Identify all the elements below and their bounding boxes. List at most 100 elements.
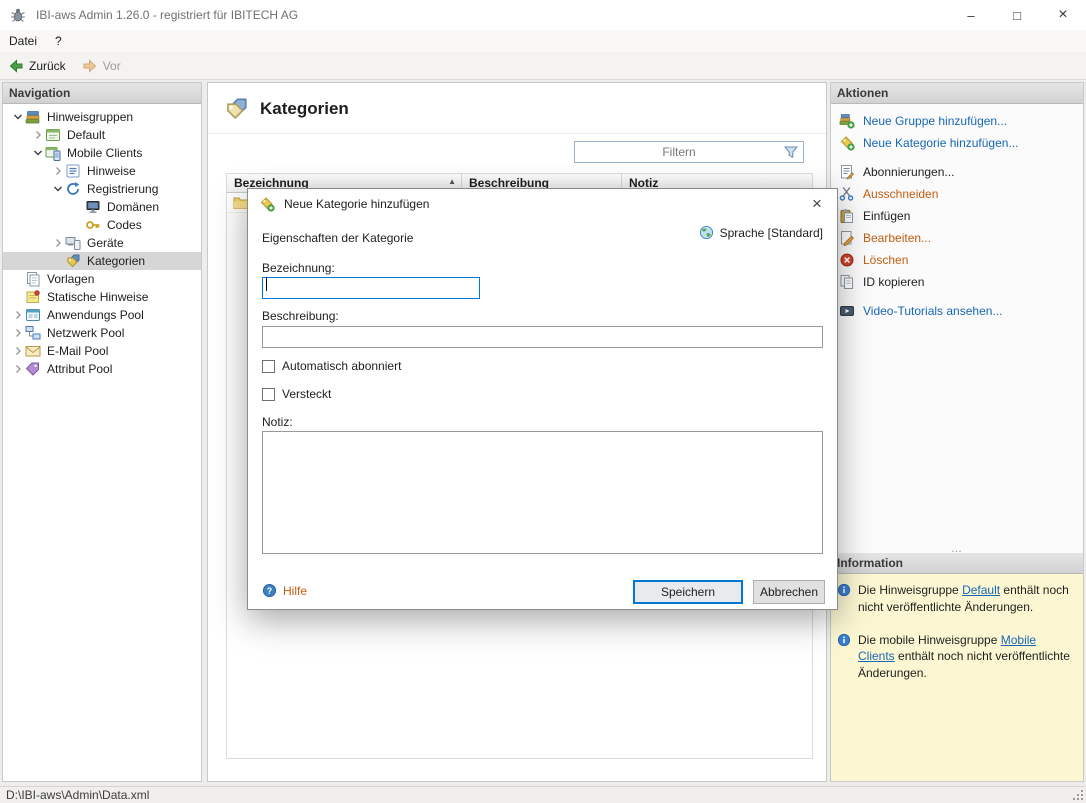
chevron-collapsed-icon[interactable] [11,327,25,339]
resize-grip[interactable] [1073,790,1084,801]
tree-label: Netzwerk Pool [45,326,124,340]
mobile-clients-icon [45,145,61,161]
splitter-grip[interactable]: … [831,545,1083,553]
action-abonnierungen[interactable]: Abonnierungen... [831,161,1083,183]
status-path: D:\IBI-aws\Admin\Data.xml [6,788,149,802]
chevron-collapsed-icon[interactable] [51,165,65,177]
delete-icon [839,252,855,268]
chevron-expanded-icon[interactable] [51,183,65,195]
tree-label: Attribut Pool [45,362,112,376]
filter-input[interactable] [575,142,783,162]
page-title: Kategorien [260,99,349,119]
action-id-kopieren[interactable]: ID kopieren [831,271,1083,293]
action-neue-kategorie-hinzufuegen[interactable]: Neue Kategorie hinzufügen... [831,132,1083,154]
tree-item-hinweise[interactable]: Hinweise [3,162,201,180]
tree-item-email-pool[interactable]: E-Mail Pool [3,342,201,360]
expander-spacer [71,219,85,231]
tree-item-attribut-pool[interactable]: Attribut Pool [3,360,201,378]
checkbox-versteckt[interactable]: Versteckt [262,387,331,401]
add-group-icon [839,113,855,129]
language-selector[interactable]: Sprache [Standard] [699,225,823,240]
tree-label: Codes [105,218,142,232]
edit-pencil-icon [839,230,855,246]
close-button[interactable]: × [1040,0,1086,30]
chevron-collapsed-icon[interactable] [11,309,25,321]
notiz-textarea[interactable] [262,431,823,554]
chevron-collapsed-icon[interactable] [11,345,25,357]
email-pool-icon [25,343,41,359]
window-title: IBI-aws Admin 1.26.0 - registriert für I… [36,8,298,22]
tree-item-registrierung[interactable]: Registrierung [3,180,201,198]
app-icon [10,7,26,23]
help-label: Hilfe [283,584,307,598]
tree-item-statische-hinweise[interactable]: Statische Hinweise [3,288,201,306]
menu-help[interactable]: ? [46,30,71,52]
tree-label: Registrierung [85,182,158,196]
tree-label: Domänen [105,200,159,214]
tree-item-domaenen[interactable]: Domänen [3,198,201,216]
action-video-tutorials[interactable]: Video-Tutorials ansehen... [831,300,1083,322]
filter-funnel-icon[interactable] [783,144,799,160]
toolbar: Zurück Vor [0,52,1086,80]
action-bearbeiten[interactable]: Bearbeiten... [831,227,1083,249]
back-label: Zurück [29,59,66,73]
cut-scissors-icon [839,186,855,202]
chevron-collapsed-icon[interactable] [31,129,45,141]
anwendungs-pool-icon [25,307,41,323]
checkbox-automatisch-abonniert[interactable]: Automatisch abonniert [262,359,401,373]
forward-arrow-icon [82,58,98,74]
expander-spacer [71,201,85,213]
tree-item-kategorien[interactable]: Kategorien [3,252,201,270]
filter-row [208,133,826,170]
window-controls: – □ × [948,0,1086,30]
info-icon [837,583,851,616]
bezeichnung-input[interactable] [262,277,480,299]
minimize-button[interactable]: – [948,0,994,30]
menu-datei[interactable]: Datei [0,30,46,52]
tree-item-codes[interactable]: Codes [3,216,201,234]
info-link-default[interactable]: Default [962,583,1000,597]
help-link[interactable]: ? Hilfe [262,583,307,598]
svg-text:?: ? [267,586,272,596]
tree-item-netzwerk-pool[interactable]: Netzwerk Pool [3,324,201,342]
chevron-collapsed-icon[interactable] [11,363,25,375]
action-neue-gruppe-hinzufuegen[interactable]: Neue Gruppe hinzufügen... [831,110,1083,132]
checkbox-box[interactable] [262,388,275,401]
save-button[interactable]: Speichern [633,580,743,604]
cancel-button[interactable]: Abbrechen [753,580,825,604]
information-panel: Die Hinweisgruppe Default enthält noch n… [831,574,1083,781]
back-button[interactable]: Zurück [0,53,74,79]
tree-item-geraete[interactable]: Geräte [3,234,201,252]
info-icon [837,633,851,682]
tree-item-mobile-clients[interactable]: Mobile Clients [3,144,201,162]
chevron-expanded-icon[interactable] [31,147,45,159]
forward-button[interactable]: Vor [74,53,129,79]
tree-label: Anwendungs Pool [45,308,144,322]
chevron-collapsed-icon[interactable] [51,237,65,249]
geraete-icon [65,235,81,251]
hinweise-icon [65,163,81,179]
tree-item-hinweisgruppen[interactable]: Hinweisgruppen [3,108,201,126]
notiz-label: Notiz: [262,415,293,429]
actions-header: Aktionen [831,83,1083,104]
dialog-title: Neue Kategorie hinzufügen [284,197,429,211]
tree-item-anwendungs-pool[interactable]: Anwendungs Pool [3,306,201,324]
chevron-expanded-icon[interactable] [11,111,25,123]
action-einfuegen[interactable]: Einfügen [831,205,1083,227]
actions-list: Neue Gruppe hinzufügen... Neue Kategorie… [831,104,1083,553]
codes-key-icon [85,217,101,233]
action-ausschneiden[interactable]: Ausschneiden [831,183,1083,205]
maximize-button[interactable]: □ [994,0,1040,30]
sort-ascending-icon: ▲ [448,177,456,186]
checkbox-box[interactable] [262,360,275,373]
tree-item-vorlagen[interactable]: Vorlagen [3,270,201,288]
beschreibung-input[interactable] [262,326,823,348]
action-loeschen[interactable]: Löschen [831,249,1083,271]
beschreibung-label: Beschreibung: [262,309,339,323]
dialog-title-bar: Neue Kategorie hinzufügen × [248,189,837,219]
tree-item-default[interactable]: Default [3,126,201,144]
information-header: Information [831,553,1083,574]
tree-label: E-Mail Pool [45,344,108,358]
dialog-close-button[interactable]: × [797,189,837,219]
expander-spacer [51,255,65,267]
